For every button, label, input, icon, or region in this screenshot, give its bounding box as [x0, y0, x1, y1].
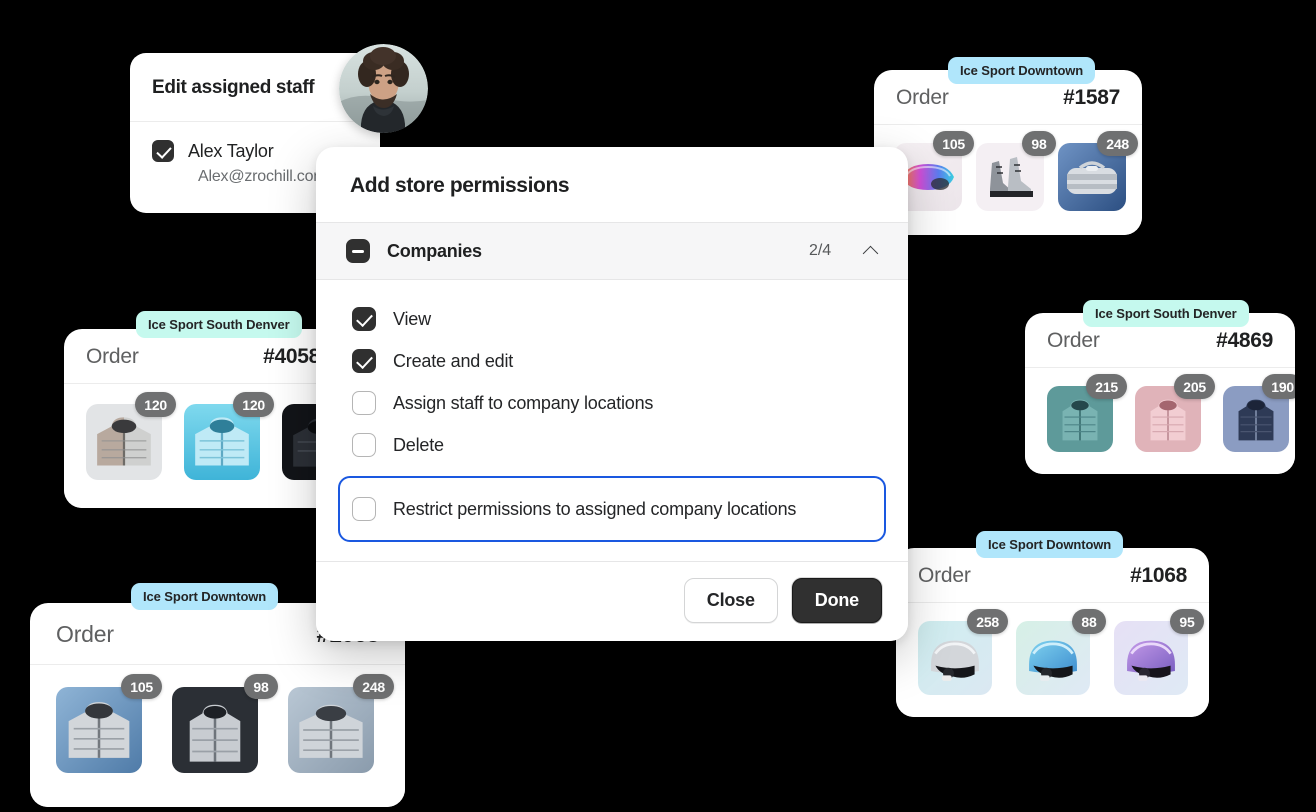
- order-label: Order: [1047, 329, 1100, 352]
- puffer-coat-icon: [172, 687, 258, 773]
- order-number: #1587: [1063, 86, 1120, 109]
- puffer-jacket-icon: [288, 687, 374, 773]
- quantity-badge: 98: [244, 674, 278, 699]
- quantity-badge: 120: [233, 392, 274, 417]
- puffer-jacket-icon: [56, 687, 142, 773]
- permission-row-restrict-permissions[interactable]: Restrict permissions to assigned company…: [338, 476, 886, 542]
- permission-label: Restrict permissions to assigned company…: [393, 498, 797, 519]
- avatar-photo: [339, 44, 428, 133]
- section-checkbox-companies[interactable]: [346, 239, 370, 263]
- modal-header: Add store permissions: [316, 147, 908, 222]
- permission-label: Create and edit: [393, 350, 514, 371]
- permission-label: Delete: [393, 434, 444, 455]
- order-item[interactable]: 248: [288, 674, 394, 773]
- section-count-badge: 2/4: [809, 242, 831, 259]
- user-avatar[interactable]: [339, 44, 428, 133]
- quantity-badge: 190: [1262, 374, 1295, 399]
- order-item[interactable]: 205: [1135, 374, 1215, 452]
- permission-checkbox-delete[interactable]: [352, 433, 376, 457]
- permission-checkbox-restrict-permissions[interactable]: [352, 497, 376, 521]
- order-items: 120 120: [64, 384, 342, 508]
- close-button[interactable]: Close: [683, 578, 778, 623]
- location-badge-1068-downtown: Ice Sport Downtown: [976, 531, 1124, 558]
- order-item[interactable]: 98: [172, 674, 278, 773]
- order-item[interactable]: 98: [976, 131, 1056, 211]
- order-items: 105 98 248: [30, 665, 405, 807]
- permission-checkbox-create-and-edit[interactable]: [352, 349, 376, 373]
- order-card-4058[interactable]: Order #4058 120 120: [64, 329, 342, 508]
- modal-title: Add store permissions: [350, 174, 570, 197]
- permission-checkbox-assign-staff[interactable]: [352, 391, 376, 415]
- location-badge-4058: Ice Sport South Denver: [136, 311, 302, 338]
- order-item[interactable]: 248: [1058, 131, 1138, 211]
- order-label: Order: [56, 621, 114, 647]
- permission-checkbox-view[interactable]: [352, 307, 376, 331]
- order-item[interactable]: 105: [56, 674, 162, 773]
- section-header-companies[interactable]: Companies 2/4: [316, 222, 908, 280]
- chevron-up-icon[interactable]: [864, 244, 878, 258]
- order-number: #4869: [1216, 329, 1273, 352]
- add-store-permissions-modal: Add store permissions Companies 2/4 View…: [316, 147, 908, 641]
- order-item[interactable]: 120: [86, 392, 176, 480]
- quantity-badge: 248: [1097, 131, 1138, 156]
- order-item[interactable]: 120: [184, 392, 274, 480]
- order-label: Order: [918, 564, 971, 587]
- quantity-badge: 105: [121, 674, 162, 699]
- quantity-badge: 95: [1170, 609, 1204, 634]
- permission-row-delete[interactable]: Delete: [340, 424, 884, 466]
- permission-row-assign-staff[interactable]: Assign staff to company locations: [340, 382, 884, 424]
- quantity-badge: 120: [135, 392, 176, 417]
- location-badge-1587: Ice Sport Downtown: [948, 57, 1096, 84]
- quantity-badge: 88: [1072, 609, 1106, 634]
- permissions-list: View Create and edit Assign staff to com…: [316, 280, 908, 561]
- quantity-badge: 258: [967, 609, 1008, 634]
- order-item[interactable]: 190: [1223, 374, 1295, 452]
- staff-checkbox-alex-taylor[interactable]: [152, 140, 174, 162]
- order-card-4869[interactable]: Order #4869 215 205 190: [1025, 313, 1295, 474]
- order-number: #4058: [263, 345, 320, 368]
- location-badge-1068-downtown-left: Ice Sport Downtown: [131, 583, 279, 610]
- product-thumbnail-silver-puffer-coat-dark-bg: [172, 687, 258, 773]
- section-title: Companies: [387, 240, 482, 261]
- order-items: 258 88 95: [896, 603, 1209, 717]
- product-thumbnail-silver-puffer-jacket-blue-bg: [56, 687, 142, 773]
- page-title: Edit assigned staff: [152, 77, 315, 98]
- order-number: #1068: [1130, 564, 1187, 587]
- screenshot-root: Ice Sport Downtown Order #1587 105 98 24…: [0, 0, 1316, 812]
- quantity-badge: 248: [353, 674, 394, 699]
- order-item[interactable]: 258: [918, 609, 1008, 695]
- modal-footer: Close Done: [316, 561, 908, 641]
- location-badge-4869: Ice Sport South Denver: [1083, 300, 1249, 327]
- quantity-badge: 215: [1086, 374, 1127, 399]
- order-items: 215 205 190: [1025, 368, 1295, 474]
- staff-name: Alex Taylor: [188, 140, 274, 161]
- permission-row-view[interactable]: View: [340, 298, 884, 340]
- quantity-badge: 105: [933, 131, 974, 156]
- order-label: Order: [86, 345, 139, 368]
- order-card-1587[interactable]: Order #1587 105 98 248: [874, 70, 1142, 235]
- order-item[interactable]: 215: [1047, 374, 1127, 452]
- done-button[interactable]: Done: [791, 578, 882, 623]
- order-item[interactable]: 95: [1114, 609, 1204, 695]
- product-thumbnail-silver-puffer-jacket-grey-bg: [288, 687, 374, 773]
- order-label: Order: [896, 86, 949, 109]
- permission-label: View: [393, 308, 431, 329]
- order-items: 105 98 248: [874, 125, 1142, 235]
- permission-row-create-and-edit[interactable]: Create and edit: [340, 340, 884, 382]
- order-item[interactable]: 88: [1016, 609, 1106, 695]
- permission-label: Assign staff to company locations: [393, 392, 654, 413]
- quantity-badge: 98: [1022, 131, 1056, 156]
- order-card-1068-helmets[interactable]: Order #1068 258 88 95: [896, 548, 1209, 717]
- quantity-badge: 205: [1174, 374, 1215, 399]
